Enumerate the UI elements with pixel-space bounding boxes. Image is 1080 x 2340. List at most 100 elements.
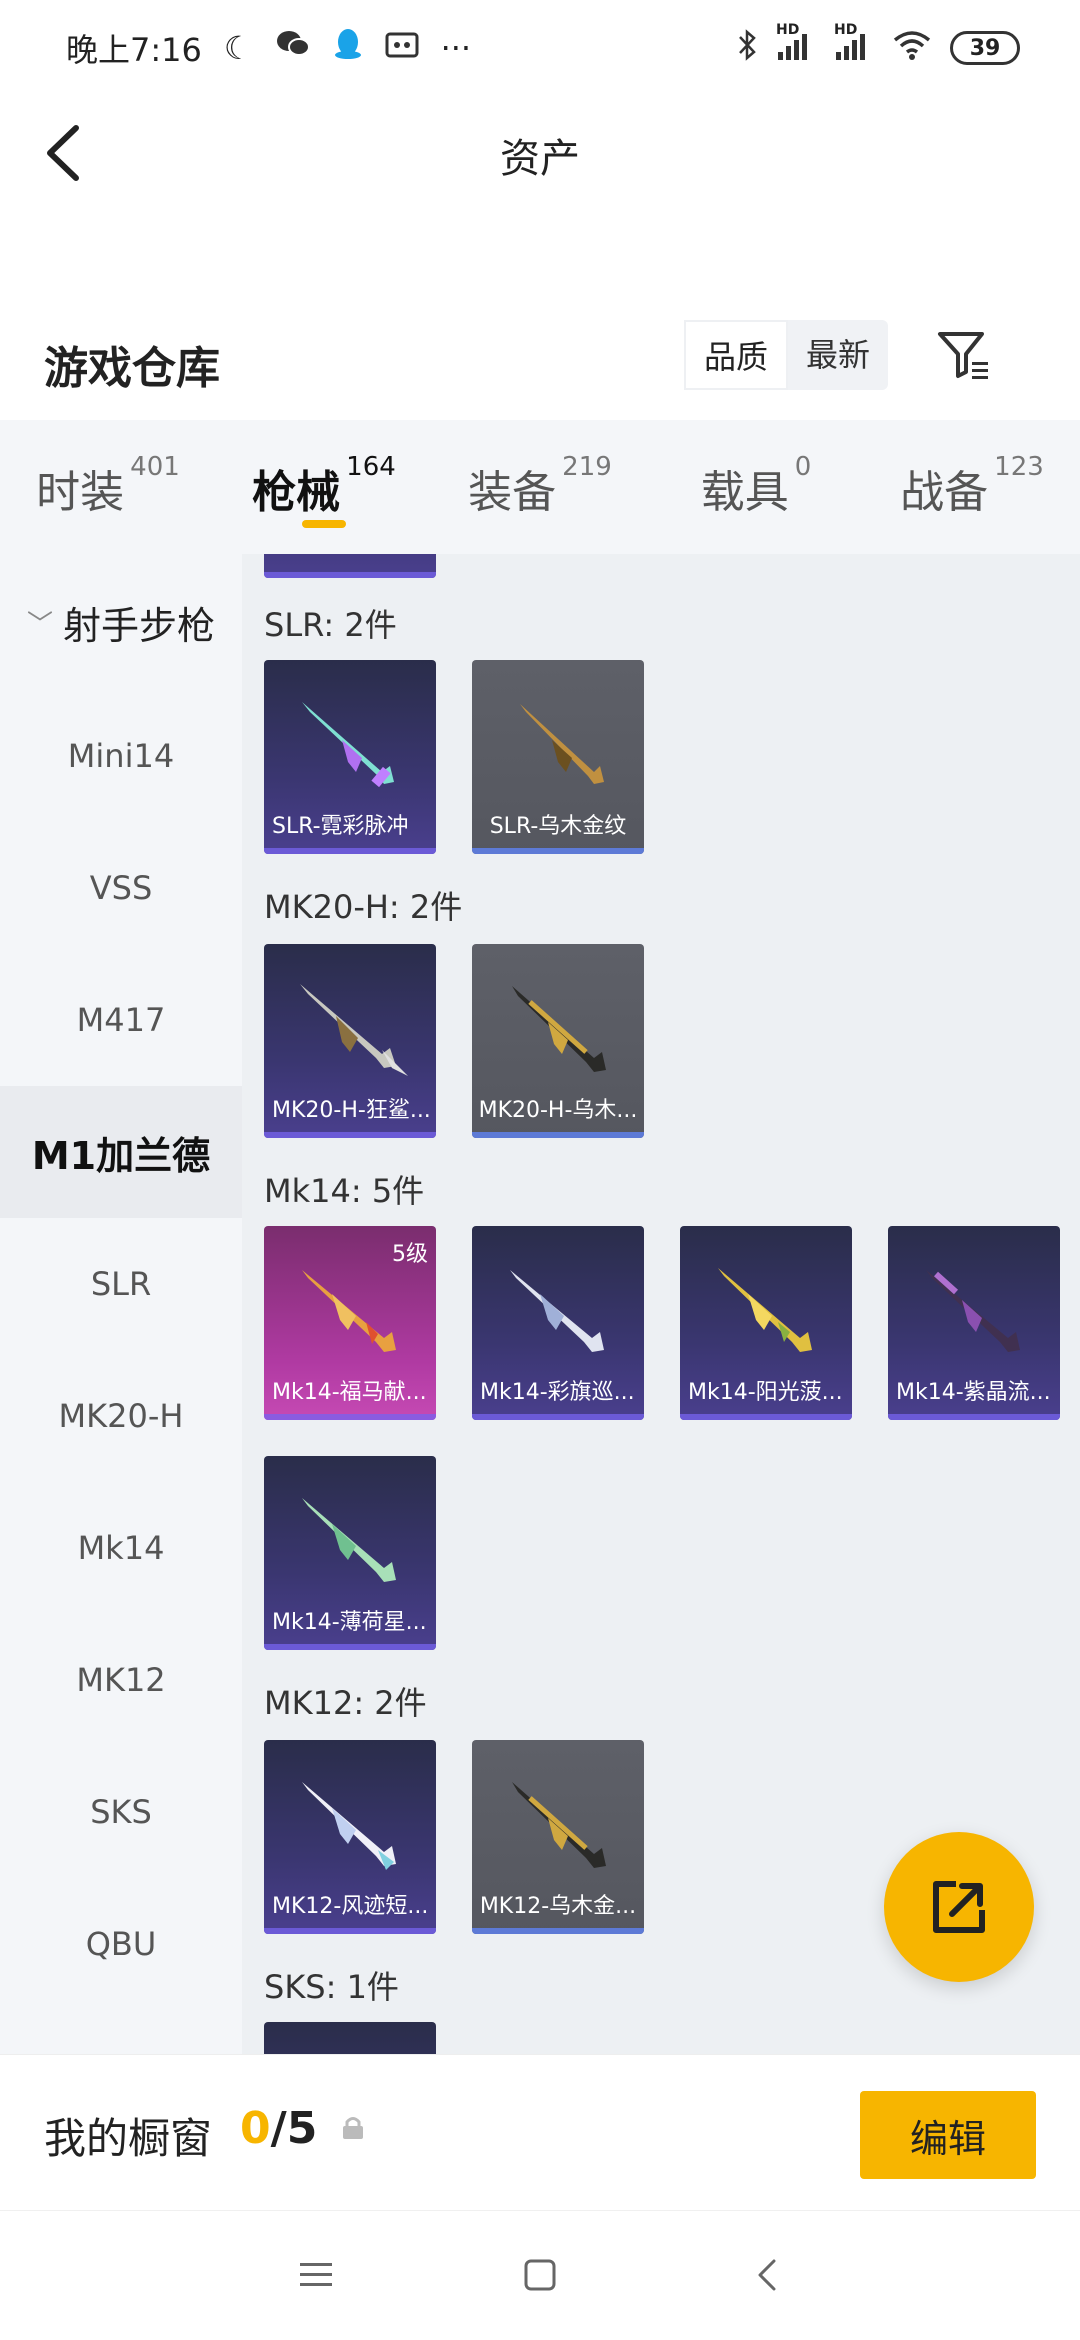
filter-icon[interactable] <box>934 326 994 386</box>
qq-icon <box>333 27 363 69</box>
rarity-bar <box>264 1928 436 1934</box>
rifle-icon <box>300 984 408 1076</box>
weapon-card[interactable]: SLR-乌木金纹 <box>472 660 644 854</box>
weapon-card[interactable]: MK20-H-乌木... <box>472 944 644 1138</box>
sidebar-group-marksman-rifle[interactable]: ﹀ 射手步枪 <box>0 554 242 690</box>
tab-equipment[interactable]: 装备 219 <box>432 420 648 554</box>
tab-active-indicator <box>302 520 346 528</box>
weapon-card-label: Mk14-薄荷星... <box>272 1610 427 1635</box>
rarity-bar <box>264 848 436 854</box>
tab-label: 枪械 <box>252 467 341 518</box>
rarity-bar <box>472 1928 644 1934</box>
tab-count: 164 <box>346 452 396 482</box>
system-nav-bar <box>0 2210 1080 2340</box>
status-bar: 晚上7:16 ☾ ··· HD HD 39 <box>0 0 1080 96</box>
sort-quality-button[interactable]: 品质 <box>684 320 789 390</box>
back-icon[interactable] <box>748 2255 788 2295</box>
chevron-down-icon: ﹀ <box>26 609 53 640</box>
weapon-card[interactable]: 5级 Mk14-福马献... <box>264 1226 436 1420</box>
status-time: 晚上7:16 <box>66 31 202 69</box>
weapon-card-label: SLR-乌木金纹 <box>489 814 627 839</box>
weapon-card[interactable]: MK12-乌木金... <box>472 1740 644 1934</box>
weapon-card-label: MK12-风迹短... <box>272 1894 429 1919</box>
edit-button[interactable]: 编辑 <box>860 2091 1036 2179</box>
weapon-card[interactable]: Mk14-彩旗巡... <box>472 1226 644 1420</box>
tab-label: 时装 <box>36 467 125 518</box>
share-export-button[interactable] <box>884 1832 1034 1982</box>
sidebar-item-vss[interactable]: VSS <box>0 822 242 954</box>
rarity-bar <box>264 1644 436 1650</box>
tab-count: 401 <box>130 452 180 482</box>
section-title-mk20h: MK20-H: 2件 <box>264 888 463 926</box>
tab-vehicles[interactable]: 载具 0 <box>648 420 864 554</box>
tab-count: 0 <box>794 452 812 482</box>
sidebar-item-m417[interactable]: M417 <box>0 954 242 1086</box>
page-header: 资产 <box>0 96 1080 210</box>
more-icon: ··· <box>440 29 472 67</box>
sidebar-item-sks[interactable]: SKS <box>0 1746 242 1878</box>
sort-toggle: 品质 最新 <box>684 320 889 390</box>
category-tabs: 时装 401 枪械 164 装备 219 载具 0 战备 123 <box>0 420 1080 554</box>
weapon-card-label: Mk14-福马献... <box>272 1380 427 1405</box>
signal-icon-2: HD <box>834 22 874 69</box>
tab-fashion[interactable]: 时装 401 <box>0 420 216 554</box>
weapon-card[interactable]: Mk14-薄荷星... <box>264 1456 436 1650</box>
showcase-count: 0/5 <box>240 2103 318 2154</box>
weapon-card-partial[interactable] <box>264 554 436 578</box>
rifle-icon <box>510 1270 604 1352</box>
weapon-card-label: MK20-H-狂鲨... <box>272 1098 430 1123</box>
sidebar-item-m1-garand[interactable]: M1加兰德 <box>0 1086 242 1218</box>
sidebar-item-slr[interactable]: SLR <box>0 1218 242 1350</box>
sort-newest-button[interactable]: 最新 <box>788 320 888 390</box>
weapon-card[interactable]: SLR-霓彩脉冲 <box>264 660 436 854</box>
rarity-bar <box>264 1414 436 1420</box>
tab-firearms[interactable]: 枪械 164 <box>216 420 432 554</box>
signal-icon-1: HD <box>776 22 816 69</box>
weapon-card[interactable]: Mk14-阳光菠... <box>680 1226 852 1420</box>
menu-icon[interactable] <box>296 2255 336 2295</box>
rifle-icon <box>520 704 604 784</box>
weapon-card-label: Mk14-阳光菠... <box>688 1380 843 1405</box>
section-title-mk14: Mk14: 5件 <box>264 1172 425 1210</box>
rarity-bar <box>888 1414 1060 1420</box>
rarity-bar <box>264 1132 436 1138</box>
rifle-icon <box>718 1268 812 1352</box>
rarity-bar <box>472 1414 644 1420</box>
sidebar-item-qbu[interactable]: QBU <box>0 1878 242 2010</box>
weapon-card-label: MK12-乌木金... <box>479 1894 637 1919</box>
weapon-card-label: MK20-H-乌木... <box>478 1098 638 1123</box>
sidebar-item-mini14[interactable]: Mini14 <box>0 690 242 822</box>
weapon-card[interactable]: Mk14-紫晶流... <box>888 1226 1060 1420</box>
weapon-type-sidebar: ﹀ 射手步枪 Mini14 VSS M417 M1加兰德 SLR MK20-H … <box>0 554 242 2054</box>
tab-label: 装备 <box>468 467 557 518</box>
weapon-card[interactable]: MK12-风迹短... <box>264 1740 436 1934</box>
page-title: 资产 <box>500 136 580 182</box>
home-icon[interactable] <box>520 2255 560 2295</box>
weapon-card-label: Mk14-彩旗巡... <box>480 1380 635 1405</box>
tab-label: 载具 <box>700 467 789 518</box>
rifle-icon <box>512 1782 606 1868</box>
tab-count: 123 <box>994 452 1044 482</box>
rifle-icon <box>302 1782 396 1870</box>
warehouse-header: 游戏仓库 品质 最新 <box>0 310 1080 420</box>
sidebar-item-mk12[interactable]: MK12 <box>0 1614 242 1746</box>
moon-icon: ☾ <box>223 29 253 67</box>
warehouse-title: 游戏仓库 <box>44 343 220 394</box>
wifi-icon <box>892 29 932 68</box>
rarity-bar <box>264 572 436 578</box>
section-title-mk12: MK12: 2件 <box>264 1684 427 1722</box>
weapon-card[interactable]: MK20-H-狂鲨... <box>264 944 436 1138</box>
rarity-bar <box>472 1132 644 1138</box>
weapon-card-partial[interactable] <box>264 2022 436 2054</box>
section-title-sks: SKS: 1件 <box>264 1968 399 2006</box>
tab-count: 219 <box>562 452 612 482</box>
lock-icon <box>340 2115 366 2141</box>
tab-label: 战备 <box>900 467 989 518</box>
weapon-card-label: SLR-霓彩脉冲 <box>272 814 409 839</box>
showcase-label: 我的橱窗 <box>44 2114 213 2163</box>
rifle-icon <box>302 1498 396 1582</box>
tab-supplies[interactable]: 战备 123 <box>864 420 1080 554</box>
sidebar-item-mk20h[interactable]: MK20-H <box>0 1350 242 1482</box>
sidebar-item-mk14[interactable]: Mk14 <box>0 1482 242 1614</box>
rarity-bar <box>680 1414 852 1420</box>
